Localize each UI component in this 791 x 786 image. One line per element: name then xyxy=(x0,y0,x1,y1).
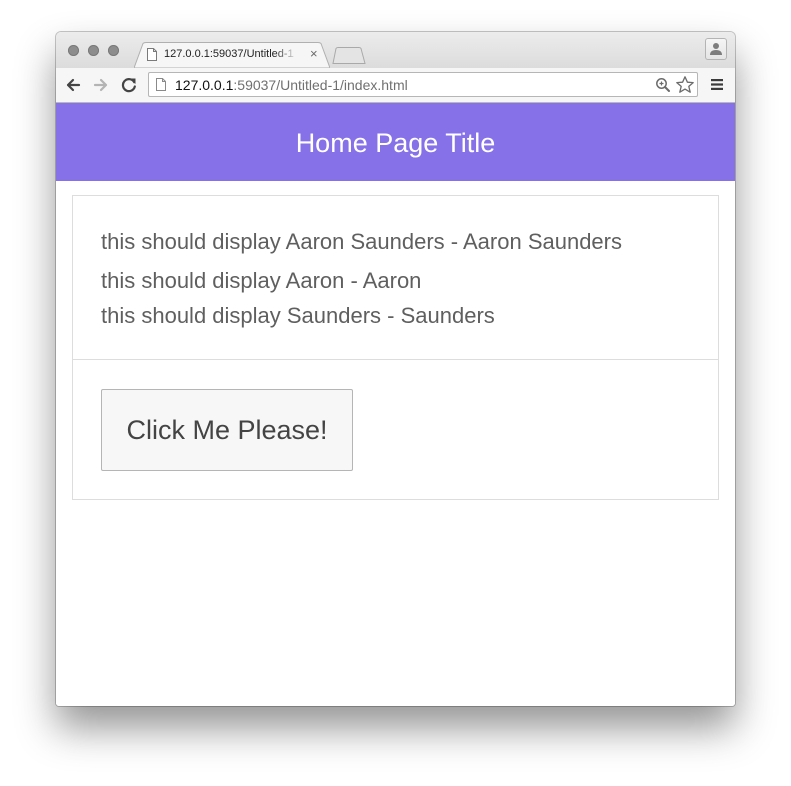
zoom-window-button[interactable] xyxy=(108,45,119,56)
display-line-last-name: this should display Saunders - Saunders xyxy=(101,303,495,328)
display-line-first-name: this should display Aaron - Aaron xyxy=(101,268,422,293)
minimize-window-button[interactable] xyxy=(88,45,99,56)
page-viewport: Home Page Title this should display Aaro… xyxy=(56,103,735,706)
browser-window: 127.0.0.1:59037/Untitled-1/index.html × xyxy=(56,32,735,706)
content-card: this should display Aaron Saunders - Aar… xyxy=(72,195,719,500)
url-path: :59037/Untitled-1/index.html xyxy=(233,77,408,93)
page-icon xyxy=(156,78,166,91)
card-actions-section: Click Me Please! xyxy=(73,360,718,499)
profile-button[interactable] xyxy=(705,38,727,60)
card-text-section: this should display Aaron Saunders - Aar… xyxy=(73,196,718,360)
click-me-button[interactable]: Click Me Please! xyxy=(101,389,353,471)
browser-tab[interactable]: 127.0.0.1:59037/Untitled-1/index.html × xyxy=(134,42,330,68)
tab-close-button[interactable]: × xyxy=(310,46,318,62)
display-line-full-name: this should display Aaron Saunders - Aar… xyxy=(101,229,622,254)
tab-title-fade xyxy=(274,46,298,64)
url-text: 127.0.0.1:59037/Untitled-1/index.html xyxy=(175,77,408,93)
browser-toolbar: 127.0.0.1:59037/Untitled-1/index.html xyxy=(56,68,735,103)
page-title: Home Page Title xyxy=(295,128,496,158)
tab-strip: 127.0.0.1:59037/Untitled-1/index.html × xyxy=(56,32,735,68)
reload-icon[interactable] xyxy=(120,76,138,94)
hamburger-menu-icon[interactable] xyxy=(710,78,724,91)
forward-arrow-icon[interactable] xyxy=(92,76,110,94)
person-icon xyxy=(710,43,722,55)
page-header: Home Page Title xyxy=(56,103,735,181)
back-arrow-icon[interactable] xyxy=(64,76,82,94)
url-host: 127.0.0.1 xyxy=(175,77,234,93)
close-window-button[interactable] xyxy=(68,45,79,56)
page-icon xyxy=(147,48,157,61)
zoom-icon[interactable] xyxy=(655,77,671,93)
address-bar[interactable]: 127.0.0.1:59037/Untitled-1/index.html xyxy=(148,72,698,97)
star-icon[interactable] xyxy=(675,75,695,95)
new-tab-button[interactable] xyxy=(332,47,366,64)
